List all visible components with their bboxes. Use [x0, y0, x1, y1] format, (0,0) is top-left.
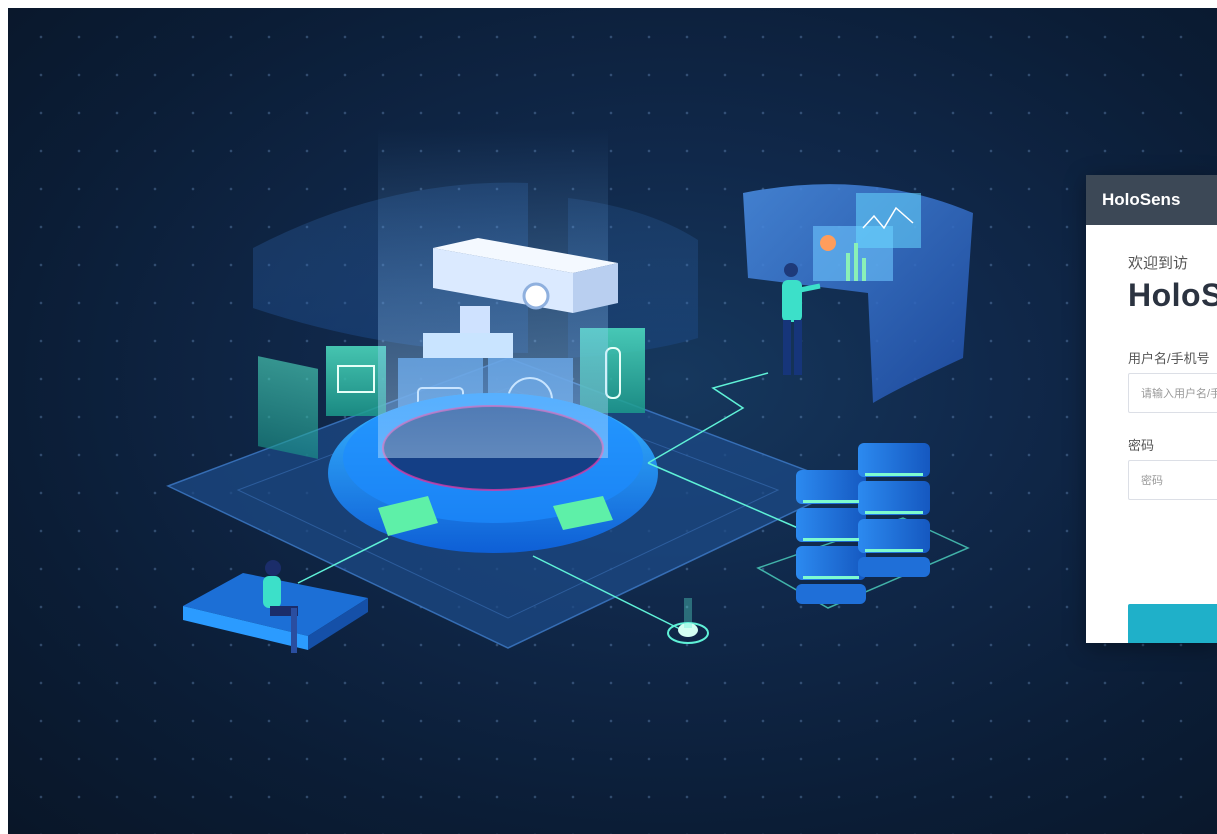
glowing-node — [667, 598, 709, 644]
password-input[interactable]: 密码 — [1128, 460, 1217, 500]
smart-surveillance-illustration — [166, 128, 973, 653]
welcome-text: 欢迎到访 — [1128, 255, 1189, 272]
login-form: 欢迎到访 HoloS 用户名/手机号 请输入用户名/手 密码 密码 — [1086, 252, 1217, 643]
password-placeholder: 密码 — [1141, 475, 1163, 487]
login-button[interactable] — [1128, 604, 1217, 643]
brand-logo: HoloSens — [1102, 190, 1181, 209]
username-placeholder: 请输入用户名/手 — [1141, 388, 1217, 400]
password-label: 密码 — [1128, 438, 1155, 453]
login-page: HoloSens 欢迎到访 HoloS 用户名/手机号 请输入用户名/手 密码 … — [8, 8, 1217, 834]
username-input[interactable]: 请输入用户名/手 — [1128, 373, 1217, 413]
login-panel-header: HoloSens — [1086, 175, 1217, 225]
username-label: 用户名/手机号 — [1128, 351, 1210, 366]
truck-card — [326, 346, 386, 416]
login-title: HoloS — [1128, 277, 1217, 313]
bench-figure — [183, 560, 368, 653]
dashboard-screen — [743, 184, 973, 403]
login-panel: HoloSens 欢迎到访 HoloS 用户名/手机号 请输入用户名/手 密码 … — [1086, 175, 1217, 643]
